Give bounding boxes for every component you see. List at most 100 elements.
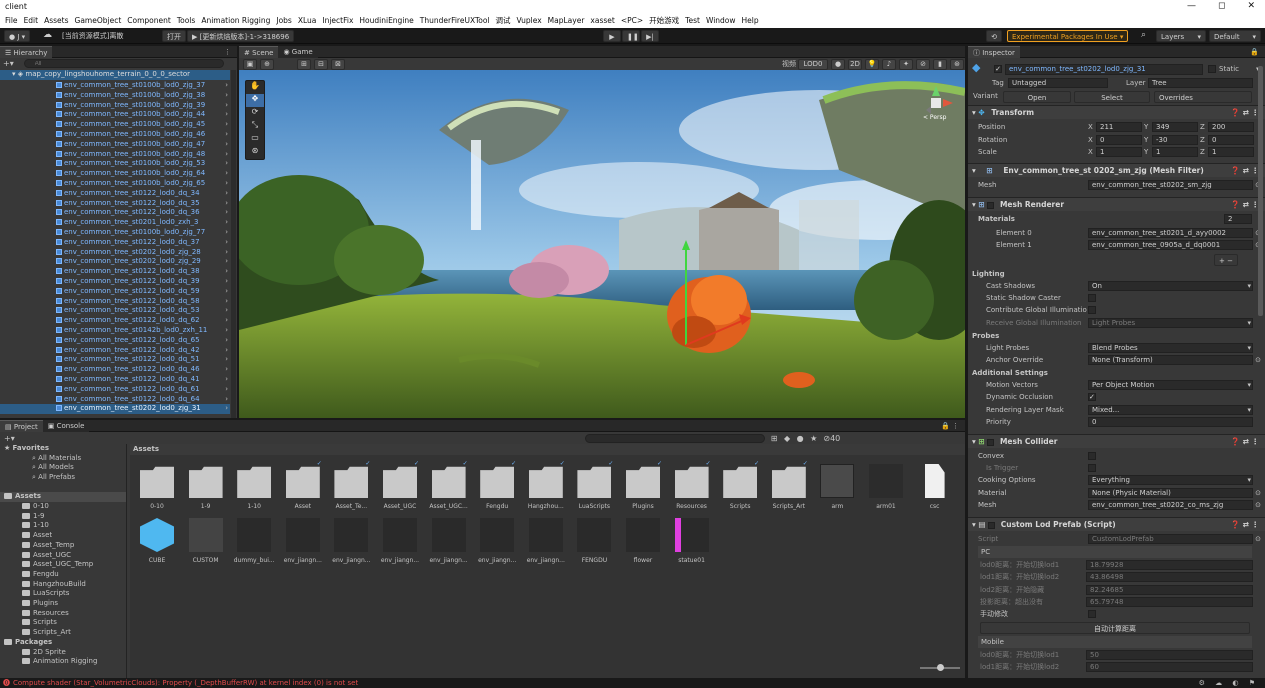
chevron-right-icon[interactable]: ›: [225, 228, 228, 238]
mesh-field[interactable]: env_common_tree_st0202_sm_zjg: [1088, 180, 1253, 190]
lighting-section[interactable]: Lighting: [972, 268, 1005, 280]
orientation-gizmo[interactable]: < Persp: [919, 84, 955, 124]
rotation-y-field[interactable]: -30: [1152, 134, 1198, 145]
close-button[interactable]: ✕: [1247, 1, 1255, 11]
component-menu-icon[interactable]: ❓ ⇄ ⋮: [1231, 106, 1259, 120]
project-folder[interactable]: 1-9: [22, 512, 44, 522]
receive-gi-field[interactable]: Light Probes: [1088, 318, 1253, 328]
chevron-right-icon[interactable]: ›: [225, 101, 228, 111]
packages-item[interactable]: Packages: [4, 638, 52, 648]
hierarchy-item[interactable]: env_common_tree_st0122_lod0_dq_62 ›: [0, 316, 230, 326]
component-menu-icon[interactable]: ❓ ⇄ ⋮: [1231, 164, 1259, 178]
asset-item[interactable]: ✓ Asset_Te...: [328, 460, 374, 514]
mode-2d-button[interactable]: 2D: [848, 58, 862, 70]
asset-item[interactable]: ✓ Plugins: [620, 460, 666, 514]
hierarchy-item[interactable]: env_common_tree_st0122_lod0_dq_37 ›: [0, 238, 230, 248]
element-0-field[interactable]: env_common_tree_st0201_d_ayy0002: [1088, 228, 1253, 238]
additional-settings-section[interactable]: Additional Settings: [972, 367, 1048, 379]
mesh-filter-header[interactable]: ▾ ⊞ Env_common_tree_st 0202_sm_zjg (Mesh…: [968, 163, 1265, 177]
tab-project[interactable]: ▤ Project: [0, 419, 43, 432]
camera-icon[interactable]: ▮: [933, 58, 947, 70]
select-prefab-button[interactable]: Select: [1074, 91, 1150, 103]
tab-console[interactable]: ▣ Console: [42, 419, 90, 432]
scene-viewport[interactable]: ✋ ✥ ⟳ ⤡ ▭ ⊛ < Persp: [239, 70, 965, 418]
chevron-right-icon[interactable]: ›: [225, 130, 228, 140]
dynamic-occlusion-checkbox[interactable]: ✓: [1088, 393, 1096, 401]
hierarchy-search-input[interactable]: [23, 59, 224, 68]
panel-menu-icon[interactable]: ⋮: [224, 48, 231, 56]
element-1-field[interactable]: env_common_tree_0905a_d_dq0001: [1088, 240, 1253, 250]
project-folder[interactable]: 1-10: [22, 521, 49, 531]
menu-help[interactable]: Help: [739, 14, 762, 28]
menu-injectfix[interactable]: InjectFix: [319, 14, 356, 28]
asset-item[interactable]: ✓ Scripts: [717, 460, 763, 514]
favorite-item[interactable]: ⌕ All Prefabs: [32, 473, 75, 483]
materials-section[interactable]: Materials: [978, 213, 1015, 225]
rect-tool-icon[interactable]: ▭: [246, 133, 264, 146]
menu-start-game[interactable]: 开始游戏: [646, 14, 682, 28]
chevron-right-icon[interactable]: ›: [225, 238, 228, 248]
mesh-renderer-header[interactable]: ▾ ⊞ Mesh Renderer ❓ ⇄ ⋮: [968, 197, 1265, 211]
chevron-right-icon[interactable]: ›: [225, 248, 228, 258]
assets-breadcrumb[interactable]: Assets: [130, 444, 965, 455]
asset-item[interactable]: csc: [912, 464, 958, 514]
chevron-right-icon[interactable]: ›: [225, 375, 228, 385]
layer-dropdown[interactable]: Tree: [1148, 78, 1253, 88]
tab-hierarchy[interactable]: ☰ Hierarchy: [0, 45, 53, 58]
hierarchy-item[interactable]: env_common_tree_st0201_lod0_zxh_3 ›: [0, 218, 230, 228]
add-icon[interactable]: +▾: [4, 434, 15, 443]
position-y-field[interactable]: 349: [1152, 122, 1198, 132]
hierarchy-item[interactable]: env_common_tree_st0100b_lod0_zjg_48 ›: [0, 150, 230, 160]
contribute-gi-checkbox[interactable]: [1088, 306, 1096, 314]
mesh-collider-enabled-checkbox[interactable]: [987, 438, 995, 446]
asset-item[interactable]: arm: [814, 464, 860, 514]
hierarchy-item[interactable]: env_common_tree_st0122_lod0_dq_51 ›: [0, 355, 230, 365]
chevron-right-icon[interactable]: ›: [225, 110, 228, 120]
status-bar[interactable]: ⓿ Compute shader (Star_VolumetricClouds)…: [0, 678, 1265, 688]
mesh-renderer-enabled-checkbox[interactable]: [987, 201, 995, 209]
custom-lod-header[interactable]: ▾ ▤ Custom Lod Prefab (Script) ❓ ⇄ ⋮: [968, 517, 1265, 531]
chevron-right-icon[interactable]: ›: [225, 81, 228, 91]
lighting-icon[interactable]: 💡: [865, 58, 879, 70]
chevron-right-icon[interactable]: ›: [225, 150, 228, 160]
layers-dropdown[interactable]: Layers ▾: [1156, 30, 1206, 42]
asset-item[interactable]: env_jiangn...: [328, 518, 374, 568]
hierarchy-item[interactable]: env_common_tree_st0122_lod0_dq_35 ›: [0, 199, 230, 209]
rendering-layer-mask-field[interactable]: Mixed...: [1088, 405, 1253, 415]
menu-pc[interactable]: <PC>: [618, 14, 646, 28]
history-button[interactable]: ⟲: [986, 30, 1002, 42]
hierarchy-item[interactable]: env_common_tree_st0142b_lod0_zxh_11 ›: [0, 326, 230, 336]
chevron-right-icon[interactable]: ›: [225, 267, 228, 277]
mobile-lod1-field[interactable]: 60: [1086, 662, 1253, 672]
chevron-right-icon[interactable]: ›: [225, 140, 228, 150]
hierarchy-item[interactable]: env_common_tree_st0100b_lod0_zjg_45 ›: [0, 120, 230, 130]
hierarchy-item[interactable]: env_common_tree_st0100b_lod0_zjg_39 ›: [0, 101, 230, 111]
object-name-field[interactable]: env_common_tree_st0202_lod0_zjg_31: [1005, 64, 1203, 75]
asset-item[interactable]: ✓ Asset: [280, 460, 326, 514]
project-folder[interactable]: HangzhouBuild: [22, 580, 86, 590]
grid-icon[interactable]: ⊞: [297, 58, 311, 70]
gizmo-handle-icon[interactable]: ⊕: [260, 58, 274, 70]
position-z-field[interactable]: 200: [1208, 122, 1254, 132]
hand-tool-icon[interactable]: ✋: [246, 81, 264, 94]
asset-item[interactable]: FENGDU: [571, 518, 617, 568]
draw-mode-icon[interactable]: ▣: [243, 58, 257, 70]
project-folder[interactable]: Asset: [22, 531, 52, 541]
increment-icon[interactable]: ⊠: [331, 58, 345, 70]
experimental-packages-button[interactable]: Experimental Packages In Use ▾: [1007, 30, 1129, 42]
hierarchy-item[interactable]: env_common_tree_st0202_lod0_zjg_29 ›: [0, 257, 230, 267]
active-checkbox[interactable]: ✓: [994, 65, 1002, 73]
effects-icon[interactable]: ✦: [899, 58, 913, 70]
scale-x-field[interactable]: 1: [1096, 147, 1142, 157]
cooking-options-field[interactable]: Everything: [1088, 475, 1253, 485]
convex-checkbox[interactable]: [1088, 452, 1096, 460]
hierarchy-item[interactable]: env_common_tree_st0122_lod0_dq_39 ›: [0, 277, 230, 287]
lock-icon[interactable]: 🔒: [1250, 48, 1259, 56]
chevron-right-icon[interactable]: ›: [225, 169, 228, 179]
play-button[interactable]: ▶: [603, 30, 621, 42]
open-prefab-button[interactable]: Open: [1003, 91, 1071, 103]
menu-xasset[interactable]: xasset: [587, 14, 617, 28]
script-field[interactable]: CustomLodPrefab: [1088, 534, 1253, 544]
menu-jobs[interactable]: Jobs: [273, 14, 294, 28]
motion-vectors-field[interactable]: Per Object Motion: [1088, 380, 1253, 390]
